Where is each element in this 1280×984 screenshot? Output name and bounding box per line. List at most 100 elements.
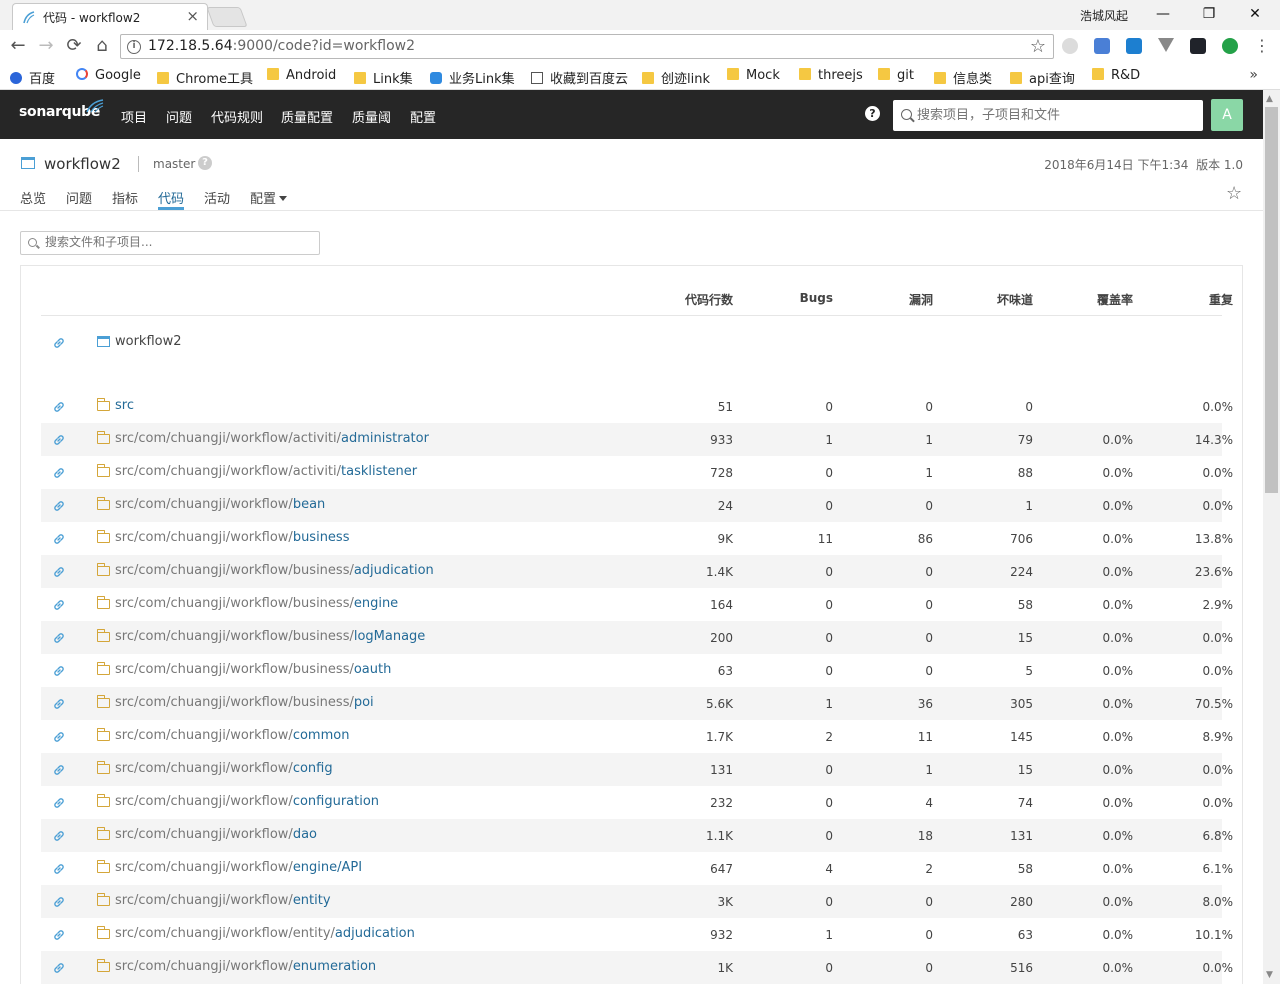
project-name[interactable]: workflow2 <box>44 155 121 173</box>
table-row[interactable]: src/com/chuangji/workflow/business/adjud… <box>41 555 1233 588</box>
component-name[interactable]: src/com/chuangji/workflow/entity/adjudic… <box>115 926 415 941</box>
bookmark-rnd[interactable]: R&D <box>1092 68 1140 83</box>
close-window-icon[interactable]: ✕ <box>1244 4 1266 24</box>
table-row[interactable]: src/com/chuangji/workflow/activiti/taskl… <box>41 456 1233 489</box>
table-row[interactable]: src/com/chuangji/workflow/business/logMa… <box>41 621 1233 654</box>
address-bar[interactable]: i 172.18.5.64:9000/code?id=workflow2 ☆ <box>120 34 1054 59</box>
cell-vulnerabilities[interactable]: 0 <box>925 631 933 645</box>
component-name[interactable]: src <box>115 398 134 413</box>
tab-code[interactable]: 代码 <box>158 188 185 210</box>
cell-vulnerabilities[interactable]: 4 <box>925 796 933 810</box>
extension-c-icon[interactable] <box>1222 38 1238 54</box>
link-icon[interactable] <box>53 500 65 512</box>
cell-vulnerabilities[interactable]: 86 <box>918 532 933 546</box>
nav-projects[interactable]: 项目 <box>121 107 147 126</box>
cell-bugs[interactable]: 0 <box>825 499 833 513</box>
cell-vulnerabilities[interactable]: 0 <box>925 598 933 612</box>
table-row[interactable]: src/com/chuangji/workflow/dao 1.1K 0 18 131 0… <box>41 819 1233 852</box>
bookmark-info[interactable]: 信息类 <box>934 68 992 87</box>
cell-bugs[interactable]: 0 <box>825 829 833 843</box>
tab-configuration[interactable]: 配置 <box>250 188 288 210</box>
window-user-name[interactable]: 浩城风起 <box>1080 7 1128 24</box>
tab-issues[interactable]: 问题 <box>66 188 92 210</box>
cell-vulnerabilities[interactable]: 0 <box>925 499 933 513</box>
link-icon[interactable] <box>53 632 65 644</box>
global-search-input[interactable] <box>917 106 1187 124</box>
bookmark-chrome-tools[interactable]: Chrome工具 <box>157 68 253 87</box>
cell-code-smells[interactable]: 305 <box>1010 697 1033 711</box>
translate-extension-icon[interactable] <box>1094 38 1110 54</box>
link-icon[interactable] <box>53 797 65 809</box>
component-name[interactable]: src/com/chuangji/workflow/business/adjud… <box>115 563 434 578</box>
component-name[interactable]: src/com/chuangji/workflow/engine/API <box>115 860 362 875</box>
component-name[interactable]: src/com/chuangji/workflow/business/oauth <box>115 662 391 677</box>
cell-bugs[interactable]: 0 <box>825 895 833 909</box>
table-row[interactable]: src/com/chuangji/workflow/business/poi 5.… <box>41 687 1233 720</box>
cell-bugs[interactable]: 0 <box>825 763 833 777</box>
bookmark-threejs[interactable]: threejs <box>799 68 863 83</box>
scroll-down-icon[interactable]: ▼ <box>1266 970 1273 980</box>
bookmark-google[interactable]: Google <box>76 68 141 83</box>
bookmark-baidu-cloud[interactable]: 收藏到百度云 <box>531 68 628 87</box>
cell-vulnerabilities[interactable]: 0 <box>925 928 933 942</box>
col-code-smells[interactable]: 坏味道 <box>997 291 1033 308</box>
browser-tab[interactable]: 代码 - workflow2 × <box>12 3 208 30</box>
cell-vulnerabilities[interactable]: 0 <box>925 895 933 909</box>
col-lines-of-code[interactable]: 代码行数 <box>685 291 733 308</box>
component-name[interactable]: src/com/chuangji/workflow/entity <box>115 893 331 908</box>
cell-code-smells[interactable]: 145 <box>1010 730 1033 744</box>
back-arrow-icon[interactable]: ← <box>8 36 28 56</box>
bookmark-mock[interactable]: Mock <box>727 68 780 83</box>
cell-code-smells[interactable]: 79 <box>1018 433 1033 447</box>
cell-code-smells[interactable]: 88 <box>1018 466 1033 480</box>
minimize-icon[interactable]: — <box>1152 4 1174 24</box>
cell-vulnerabilities[interactable]: 1 <box>925 433 933 447</box>
cell-vulnerabilities[interactable]: 36 <box>918 697 933 711</box>
col-bugs[interactable]: Bugs <box>800 291 833 305</box>
branch-name[interactable]: master <box>153 157 195 171</box>
help-icon[interactable]: ? <box>865 106 880 121</box>
bookmark-link-set[interactable]: Link集 <box>354 68 413 87</box>
new-tab-button[interactable] <box>206 7 248 27</box>
component-name[interactable]: src/com/chuangji/workflow/activiti/taskl… <box>115 464 417 479</box>
bookmark-api-query[interactable]: api查询 <box>1010 68 1075 87</box>
cell-bugs[interactable]: 0 <box>825 796 833 810</box>
site-info-icon[interactable]: i <box>127 40 141 54</box>
table-row[interactable]: src/com/chuangji/workflow/entity/adjudic… <box>41 918 1233 951</box>
scroll-up-icon[interactable]: ▲ <box>1266 94 1273 104</box>
table-row[interactable]: src 51 0 0 0 0.0% <box>41 390 1233 423</box>
link-icon[interactable] <box>53 566 65 578</box>
bookmark-business-link[interactable]: 业务Link集 <box>430 68 515 87</box>
table-row[interactable]: src/com/chuangji/workflow/entity 3K 0 0 280 0… <box>41 885 1233 918</box>
component-name[interactable]: src/com/chuangji/workflow/bean <box>115 497 325 512</box>
tab-activity[interactable]: 活动 <box>204 188 230 210</box>
root-component-name[interactable]: workflow2 <box>115 334 182 349</box>
component-name[interactable]: src/com/chuangji/workflow/enumeration <box>115 959 376 974</box>
bookmark-git[interactable]: git <box>878 68 914 83</box>
cell-bugs[interactable]: 1 <box>825 433 833 447</box>
cell-bugs[interactable]: 2 <box>825 730 833 744</box>
code-search[interactable] <box>20 231 320 255</box>
component-name[interactable]: src/com/chuangji/workflow/common <box>115 728 349 743</box>
nav-quality-profiles[interactable]: 质量配置 <box>281 107 333 126</box>
table-row[interactable]: src/com/chuangji/workflow/configuration 2… <box>41 786 1233 819</box>
home-icon[interactable]: ⌂ <box>92 36 112 56</box>
code-search-input[interactable] <box>45 235 315 249</box>
link-icon[interactable] <box>53 337 65 349</box>
link-icon[interactable] <box>53 863 65 875</box>
table-row[interactable]: src/com/chuangji/workflow/business/oauth… <box>41 654 1233 687</box>
cell-vulnerabilities[interactable]: 2 <box>925 862 933 876</box>
cell-bugs[interactable]: 0 <box>825 598 833 612</box>
nav-issues[interactable]: 问题 <box>166 107 192 126</box>
link-icon[interactable] <box>53 533 65 545</box>
link-icon[interactable] <box>53 830 65 842</box>
link-icon[interactable] <box>53 962 65 974</box>
cell-bugs[interactable]: 0 <box>825 400 833 414</box>
link-icon[interactable] <box>53 434 65 446</box>
cell-code-smells[interactable]: 224 <box>1010 565 1033 579</box>
cell-vulnerabilities[interactable]: 11 <box>918 730 933 744</box>
cell-vulnerabilities[interactable]: 1 <box>925 466 933 480</box>
sonarqube-logo[interactable]: sonarqube <box>19 99 104 120</box>
cell-code-smells[interactable]: 0 <box>1025 400 1033 414</box>
table-row[interactable]: src/com/chuangji/workflow/enumeration 1K 0… <box>41 951 1233 984</box>
